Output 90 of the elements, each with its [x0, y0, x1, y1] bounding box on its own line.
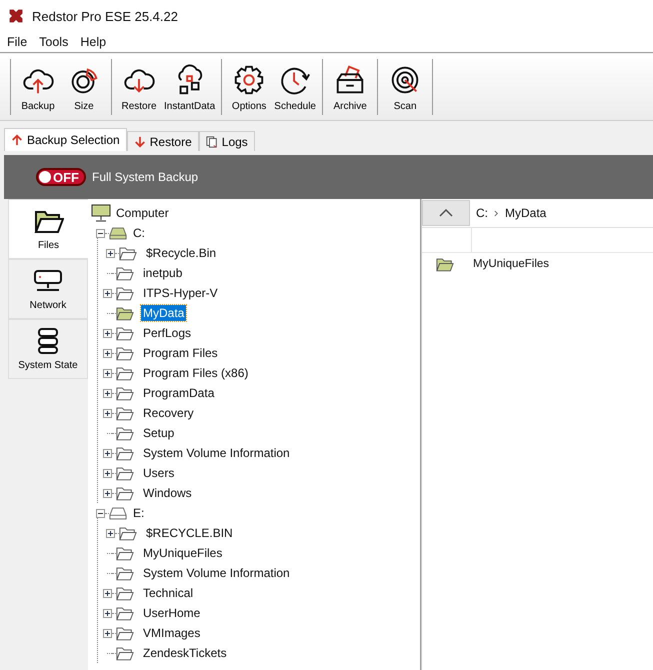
- toolbar-button[interactable]: InstantData: [162, 62, 218, 112]
- tree-item[interactable]: MyData: [141, 305, 186, 321]
- down-arrow-icon: [134, 136, 146, 148]
- file-item[interactable]: MyUniqueFiles: [473, 258, 550, 270]
- breadcrumb-item[interactable]: C:: [476, 206, 488, 220]
- tree-item[interactable]: Technical: [141, 585, 196, 601]
- tree-item[interactable]: Recovery: [141, 405, 196, 421]
- tree-item[interactable]: $RECYCLE.BIN: [144, 525, 235, 541]
- tree-item[interactable]: E:: [131, 505, 146, 521]
- folder-icon: [116, 466, 134, 480]
- documents-icon: [206, 136, 218, 148]
- folder-icon: [116, 426, 134, 440]
- folder-icon: [116, 546, 134, 560]
- expand-icon[interactable]: [103, 348, 112, 358]
- folder-icon: [119, 526, 137, 540]
- menu-item[interactable]: Help: [80, 35, 106, 49]
- tree-item[interactable]: VMImages: [141, 625, 202, 641]
- expand-icon[interactable]: [106, 528, 115, 538]
- folder-icon: [116, 606, 134, 620]
- toggle-switch[interactable]: OFF: [36, 168, 86, 186]
- breadcrumb-item[interactable]: MyData: [505, 206, 546, 220]
- tree-item[interactable]: MyUniqueFiles: [141, 545, 224, 561]
- tree-item[interactable]: inetpub: [141, 265, 184, 281]
- folder-icon: [116, 646, 134, 660]
- folder-icon: [116, 326, 134, 340]
- toolbar-button[interactable]: Schedule: [272, 62, 318, 112]
- expand-icon[interactable]: [106, 248, 115, 258]
- logo-icon: [8, 8, 24, 24]
- tab[interactable]: Restore: [126, 131, 199, 151]
- sidebar-item[interactable]: Network: [8, 259, 88, 319]
- tree-item[interactable]: $Recycle.Bin: [144, 245, 218, 261]
- expand-icon[interactable]: [103, 628, 112, 638]
- tree-item[interactable]: Windows: [141, 485, 194, 501]
- folder-icon: [116, 626, 134, 640]
- tree-item[interactable]: System Volume Information: [141, 445, 292, 461]
- tree-item[interactable]: Users: [141, 465, 176, 481]
- expand-icon[interactable]: [103, 588, 112, 598]
- tree-item[interactable]: ProgramData: [141, 385, 216, 401]
- monitor-icon: [33, 268, 63, 294]
- collapse-icon[interactable]: [96, 228, 105, 238]
- tree-item[interactable]: System Volume Information: [141, 565, 292, 581]
- tree-item[interactable]: Computer: [114, 205, 171, 221]
- folder-icon: [116, 446, 134, 460]
- expand-icon[interactable]: [103, 368, 112, 378]
- expand-icon[interactable]: [103, 388, 112, 398]
- toolbar-button[interactable]: Backup: [15, 62, 61, 112]
- tab[interactable]: Backup Selection: [4, 128, 127, 151]
- expand-icon[interactable]: [103, 288, 112, 298]
- caret-icon: [439, 209, 453, 217]
- expand-icon[interactable]: [103, 328, 112, 338]
- expand-icon[interactable]: [103, 488, 112, 498]
- folder-icon: [116, 266, 134, 280]
- tree-item[interactable]: Setup: [141, 425, 176, 441]
- expand-icon[interactable]: [103, 408, 112, 418]
- folder-icon: [116, 586, 134, 600]
- expand-icon[interactable]: [103, 468, 112, 478]
- menu-item[interactable]: File: [7, 35, 28, 49]
- folder-icon: [116, 346, 134, 360]
- folder-icon: [119, 246, 137, 260]
- folder-icon: [116, 366, 134, 380]
- up-arrow-icon: [11, 134, 23, 146]
- tab[interactable]: Logs: [198, 131, 255, 151]
- tree-item[interactable]: ZendeskTickets: [141, 645, 229, 661]
- tree-item[interactable]: Program Files (x86): [141, 365, 250, 381]
- tree-item[interactable]: Program Files: [141, 345, 220, 361]
- toolbar-button[interactable]: Restore: [116, 62, 162, 112]
- toolbar-button[interactable]: Size: [61, 62, 107, 112]
- sidebar-item[interactable]: System State: [8, 319, 88, 379]
- expand-icon[interactable]: [103, 448, 112, 458]
- tree-item[interactable]: PerfLogs: [141, 325, 194, 341]
- sidebar-item[interactable]: Files: [8, 199, 88, 259]
- tree-item[interactable]: C:: [131, 225, 147, 241]
- tree-item[interactable]: ITPS-Hyper-V: [141, 285, 220, 301]
- toolbar-button[interactable]: Scan: [382, 62, 428, 112]
- folder-icon: [116, 486, 134, 500]
- folder-icon: [116, 306, 134, 320]
- toggle-label: Full System Backup: [92, 170, 198, 184]
- expand-icon[interactable]: [103, 608, 112, 618]
- menu-item[interactable]: Tools: [39, 35, 68, 49]
- folder-icon: [116, 406, 134, 420]
- tree-item[interactable]: UserHome: [141, 605, 202, 621]
- toolbar-button[interactable]: Archive: [327, 62, 374, 112]
- chevron-icon: [494, 210, 499, 216]
- window-title: Redstor Pro ESE 25.4.22: [32, 8, 178, 24]
- folder-icon: [116, 386, 134, 400]
- folder-icon: [116, 566, 134, 580]
- collapse-icon[interactable]: [96, 508, 105, 518]
- folder-icon: [116, 286, 134, 300]
- toolbar-button[interactable]: Options: [226, 62, 272, 112]
- up-button[interactable]: [422, 200, 470, 226]
